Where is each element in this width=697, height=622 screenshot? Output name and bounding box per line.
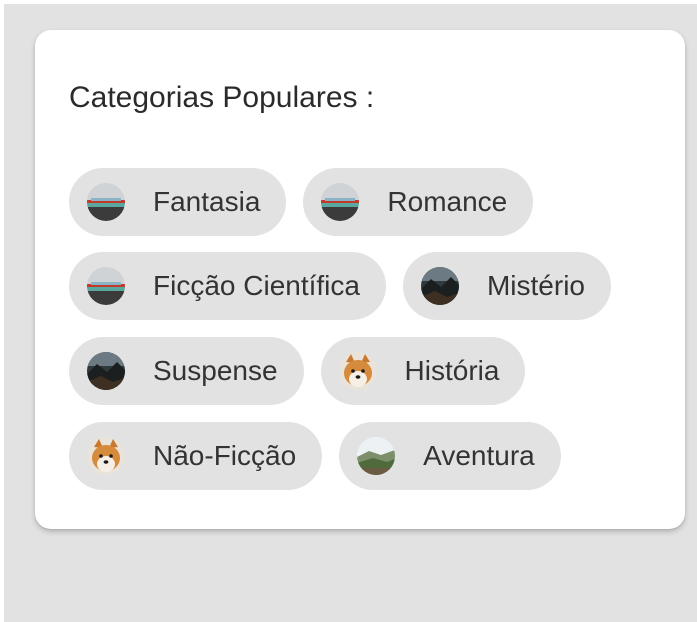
chip-suspense[interactable]: Suspense <box>69 337 304 405</box>
chip-label: Fantasia <box>153 186 261 217</box>
beach-photo-avatar <box>321 183 359 221</box>
popular-categories-card: Categorias Populares : Fantasia Romance … <box>35 30 685 529</box>
beach-photo-avatar <box>87 183 125 221</box>
shiba-dog-photo-avatar <box>87 437 125 475</box>
beach-photo-avatar <box>87 267 125 305</box>
chip-row: Fantasia Romance <box>69 168 534 236</box>
chip-label: Ficção Científica <box>153 270 360 301</box>
chip-label: Aventura <box>423 440 535 471</box>
chip-label: História <box>404 355 500 386</box>
chip-row: Suspense História <box>69 337 526 405</box>
chip-nao-ficcao[interactable]: Não-Ficção <box>69 422 323 490</box>
chip-row: Não-Ficção Aventura <box>69 422 561 490</box>
chip-ficcao-cientifica[interactable]: Ficção Científica <box>69 252 386 320</box>
chip-label: Mistério <box>486 270 585 301</box>
chip-aventura[interactable]: Aventura <box>339 422 561 490</box>
chip-label: Suspense <box>153 355 278 386</box>
valley-landscape-photo-avatar <box>357 437 395 475</box>
chip-romance[interactable]: Romance <box>303 168 534 236</box>
chip-label: Não-Ficção <box>153 440 297 471</box>
dark-landscape-photo-avatar <box>87 352 125 390</box>
chip-misterio[interactable]: Mistério <box>402 252 611 320</box>
dark-landscape-photo-avatar <box>421 267 459 305</box>
shiba-dog-photo-avatar <box>339 352 377 390</box>
chip-label: Romance <box>387 186 508 217</box>
card-title: Categorias Populares : <box>69 81 375 114</box>
page-background: Categorias Populares : Fantasia Romance … <box>4 4 697 622</box>
chip-historia[interactable]: História <box>320 337 526 405</box>
chip-row: Ficção Científica Mistério <box>69 252 611 320</box>
chip-fantasia[interactable]: Fantasia <box>69 168 287 236</box>
